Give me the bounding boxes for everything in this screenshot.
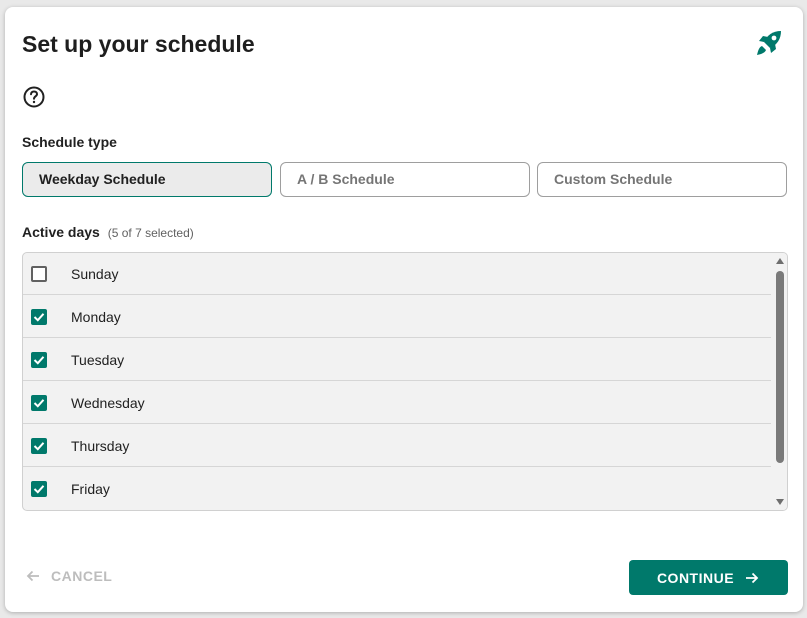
weekday-schedule-button[interactable]: Weekday Schedule: [22, 162, 272, 197]
checkbox-sunday[interactable]: [31, 266, 47, 282]
checkmark-icon: [33, 485, 45, 494]
day-label: Friday: [71, 481, 110, 497]
dialog-title: Set up your schedule: [22, 31, 255, 57]
cancel-label: CANCEL: [51, 568, 113, 584]
arrow-right-icon: [746, 572, 759, 583]
scroll-down-arrow-icon[interactable]: [776, 499, 784, 505]
day-label: Wednesday: [71, 394, 145, 411]
checkmark-icon: [33, 356, 45, 365]
checkbox-tuesday[interactable]: [31, 352, 47, 368]
custom-schedule-button[interactable]: Custom Schedule: [537, 162, 787, 197]
day-label: Sunday: [71, 265, 119, 282]
active-days-count: (5 of 7 selected): [107, 226, 194, 240]
checkbox-wednesday[interactable]: [31, 395, 47, 411]
checkbox-thursday[interactable]: [31, 438, 47, 454]
rocket-icon: [757, 31, 781, 55]
checkmark-icon: [33, 442, 45, 451]
days-list: Sunday Monday Tuesday Wednesday Thursday: [22, 252, 788, 511]
active-days-header: Active days (5 of 7 selected): [22, 224, 194, 240]
day-label: Monday: [71, 308, 121, 325]
continue-label: CONTINUE: [656, 569, 735, 586]
day-label: Tuesday: [71, 351, 125, 368]
day-row-thursday[interactable]: Thursday: [23, 425, 771, 467]
checkbox-monday[interactable]: [31, 309, 47, 325]
day-row-wednesday[interactable]: Wednesday: [23, 382, 771, 424]
checkbox-friday[interactable]: [31, 481, 47, 497]
day-label: Thursday: [71, 437, 130, 454]
scroll-up-arrow-icon[interactable]: [776, 258, 784, 264]
day-row-sunday[interactable]: Sunday: [23, 253, 771, 295]
checkmark-icon: [33, 399, 45, 408]
day-row-monday[interactable]: Monday: [23, 296, 771, 338]
day-row-tuesday[interactable]: Tuesday: [23, 339, 771, 381]
days-scrollbar[interactable]: [773, 253, 787, 510]
ab-schedule-button[interactable]: A / B Schedule: [280, 162, 530, 197]
schedule-dialog: Set up your schedule Schedule type Weekd…: [5, 7, 803, 612]
arrow-left-icon: [26, 570, 39, 582]
scrollbar-thumb[interactable]: [776, 271, 784, 463]
continue-button[interactable]: CONTINUE: [629, 560, 788, 595]
schedule-type-label: Schedule type: [22, 134, 117, 150]
active-days-label: Active days: [22, 224, 100, 240]
day-row-friday[interactable]: Friday: [23, 468, 771, 510]
help-circle-icon[interactable]: [22, 85, 46, 109]
checkmark-icon: [33, 313, 45, 322]
cancel-button[interactable]: CANCEL: [25, 564, 112, 588]
